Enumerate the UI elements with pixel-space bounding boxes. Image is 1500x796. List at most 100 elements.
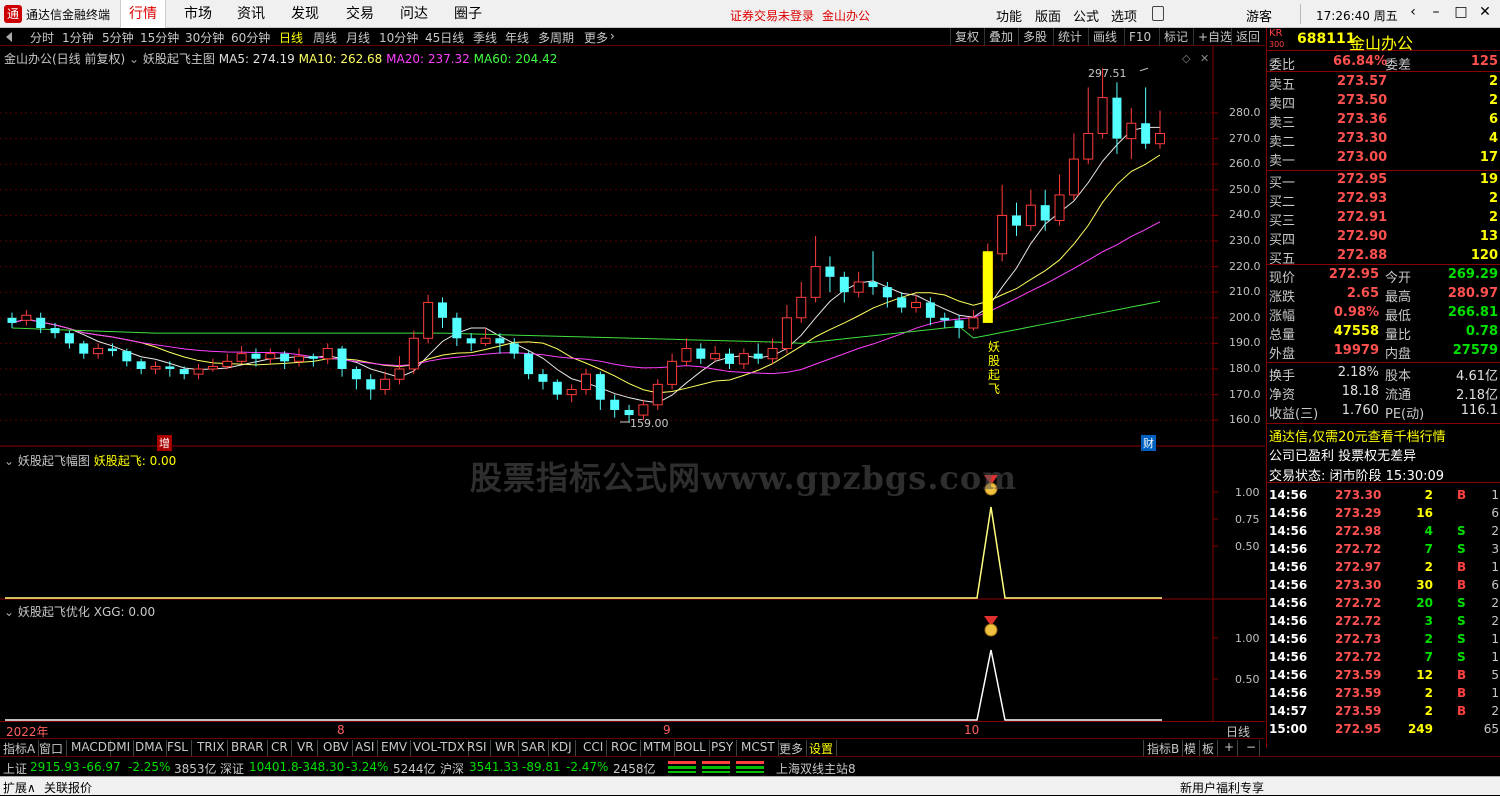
buy-level-row[interactable]: 买三 272.91 2: [1267, 210, 1500, 229]
menu-zixun[interactable]: 资讯: [229, 0, 273, 28]
tick-row[interactable]: 14:56 272.97 2 B 1: [1267, 559, 1500, 577]
menu-faxian[interactable]: 发现: [283, 0, 327, 28]
tick-row[interactable]: 14:56 272.98 4 S 2: [1267, 523, 1500, 541]
related-quote-button[interactable]: 关联报价: [44, 779, 92, 796]
marker-zeng[interactable]: 增: [157, 435, 172, 451]
indicator-tab[interactable]: 窗口: [36, 740, 68, 756]
tick-row[interactable]: 14:57 273.59 2 B 2: [1267, 703, 1500, 721]
period-week[interactable]: 周线: [313, 29, 337, 46]
btn-diejia[interactable]: 叠加: [984, 28, 1017, 46]
period-month[interactable]: 月线: [346, 29, 370, 46]
hs-label[interactable]: 沪深: [440, 760, 464, 777]
btn-indicator-b[interactable]: 指标B: [1143, 740, 1184, 756]
buy-level-row[interactable]: 买二 272.93 2: [1267, 191, 1500, 210]
quote-stat2-row[interactable]: 收益(三) 1.760 PE(动) 116.1: [1267, 403, 1500, 422]
period-multi[interactable]: 多周期: [538, 29, 574, 46]
close-panel-icon[interactable]: ✕: [1200, 52, 1209, 65]
ad-text-2[interactable]: 公司已盈利 投票权无差异: [1269, 445, 1416, 464]
quote-stat-row[interactable]: 涨幅 0.98% 最低 266.81: [1267, 305, 1500, 324]
ad-row-2[interactable]: 公司已盈利 投票权无差异: [1267, 445, 1500, 464]
quote-stat-row[interactable]: 总量 47558 量比 0.78: [1267, 324, 1500, 343]
sell-level-row[interactable]: 卖五 273.57 2: [1267, 74, 1500, 93]
maximize-icon[interactable]: □: [1450, 4, 1472, 24]
period-60min[interactable]: 60分钟: [231, 29, 270, 46]
quote-stat2-row[interactable]: 净资 18.18 流通 2.18亿: [1267, 384, 1500, 403]
quote-stat-row[interactable]: 涨跌 2.65 最高 280.97: [1267, 286, 1500, 305]
menu-gongneng[interactable]: 功能: [996, 6, 1022, 25]
period-1min[interactable]: 1分钟: [62, 29, 94, 46]
tick-row[interactable]: 14:56 272.72 7 S 3: [1267, 541, 1500, 559]
legend-arrow-icon[interactable]: ⌄: [129, 52, 139, 66]
indicator-tab[interactable]: MTM: [640, 740, 676, 756]
indicator-tab[interactable]: VR: [294, 740, 318, 756]
quote-stat-row[interactable]: 外盘 19979 内盘 27579: [1267, 343, 1500, 362]
btn-fanhui[interactable]: 返回: [1231, 28, 1264, 46]
indicator-tab[interactable]: SAR: [518, 740, 550, 756]
period-5min[interactable]: 5分钟: [102, 29, 134, 46]
server-name[interactable]: 上海双线主站8: [776, 760, 856, 777]
tick-row[interactable]: 14:56 273.59 12 B 5: [1267, 667, 1500, 685]
legend-indicator[interactable]: 妖股起飞主图: [143, 52, 215, 66]
indicator-tab[interactable]: KDJ: [548, 740, 576, 756]
indicator-tab[interactable]: ROC: [608, 740, 642, 756]
menu-gongshi[interactable]: 公式: [1073, 6, 1099, 25]
btn-add-panel[interactable]: +: [1221, 740, 1239, 756]
indicator-tab[interactable]: PSY: [708, 740, 738, 756]
period-10min[interactable]: 10分钟: [379, 29, 418, 46]
indicator-tab[interactable]: DMI: [104, 740, 135, 756]
indicator-tab[interactable]: MCST: [738, 740, 779, 756]
kline-chart-svg[interactable]: [0, 46, 1265, 722]
tick-row[interactable]: 14:56 272.73 2 S 1: [1267, 631, 1500, 649]
back-icon[interactable]: ‹: [1402, 4, 1424, 24]
ad-text-1[interactable]: 通达信,仅需20元查看千档行情: [1269, 426, 1446, 445]
indicator-tab[interactable]: CR: [268, 740, 292, 756]
tick-row[interactable]: 14:56 272.72 20 S 2: [1267, 595, 1500, 613]
btn-duogu[interactable]: 多股: [1018, 28, 1051, 46]
tick-row[interactable]: 14:56 273.29 16 6: [1267, 505, 1500, 523]
period-quarter[interactable]: 季线: [473, 29, 497, 46]
indicator-tab[interactable]: 更多: [776, 740, 808, 756]
period-day[interactable]: 日线: [279, 29, 303, 46]
indicator-tab[interactable]: EMV: [378, 740, 412, 756]
login-notice[interactable]: 证券交易未登录: [730, 7, 814, 24]
indicator-tab[interactable]: BRAR: [228, 740, 268, 756]
period-more[interactable]: 更多: [584, 29, 608, 46]
buy-level-row[interactable]: 买四 272.90 13: [1267, 229, 1500, 248]
collapse-arrow-icon[interactable]: [6, 32, 12, 42]
marker-cai[interactable]: 财: [1141, 435, 1156, 451]
btn-remove-panel[interactable]: −: [1243, 740, 1261, 756]
market-breadth-icon[interactable]: [668, 759, 768, 774]
btn-mo[interactable]: 模: [1181, 740, 1201, 756]
indicator-tab[interactable]: FSL: [164, 740, 192, 756]
sell-level-row[interactable]: 卖四 273.50 2: [1267, 93, 1500, 112]
menu-hangqing[interactable]: 行情: [120, 0, 166, 28]
tick-row[interactable]: 14:56 273.59 2 B 1: [1267, 685, 1500, 703]
indicator-tab[interactable]: OBV: [320, 740, 353, 756]
btn-biaoji[interactable]: 标记: [1159, 28, 1192, 46]
minimize-icon[interactable]: –: [1425, 4, 1447, 24]
quote-stat-row[interactable]: 现价 272.95 今开 269.29: [1267, 267, 1500, 286]
menu-banmian[interactable]: 版面: [1035, 6, 1061, 25]
tick-row[interactable]: 14:56 273.30 2 B 1: [1267, 487, 1500, 505]
indicator-tab[interactable]: WR: [492, 740, 520, 756]
tick-row[interactable]: 14:56 273.30 30 B 6: [1267, 577, 1500, 595]
period-fenshi[interactable]: 分时: [30, 29, 54, 46]
indicator-tab[interactable]: ASI: [352, 740, 379, 756]
indicator-tab[interactable]: 设置: [806, 740, 838, 756]
new-user-benefit[interactable]: 新用户福利专享: [1180, 779, 1264, 796]
indicator-tab[interactable]: DMA: [132, 740, 167, 756]
btn-tongji[interactable]: 统计: [1053, 28, 1086, 46]
period-30min[interactable]: 30分钟: [185, 29, 224, 46]
sub2-arrow-icon[interactable]: ⌄: [4, 605, 14, 619]
tick-row[interactable]: 15:00 272.95 249 65: [1267, 721, 1500, 739]
menu-quanzi[interactable]: 圈子: [446, 0, 490, 28]
menu-wenda[interactable]: 问达: [392, 0, 436, 28]
indicator-tab[interactable]: CCI: [580, 740, 608, 756]
sell-level-row[interactable]: 卖一 273.00 17: [1267, 150, 1500, 169]
menu-xuanxiang[interactable]: 选项: [1111, 6, 1137, 25]
period-15min[interactable]: 15分钟: [140, 29, 179, 46]
btn-huaxian[interactable]: 画线: [1088, 28, 1121, 46]
menu-shichang[interactable]: 市场: [176, 0, 220, 28]
menu-jiaoyi[interactable]: 交易: [338, 0, 382, 28]
indicator-tab[interactable]: VOL-TDX: [410, 740, 469, 756]
